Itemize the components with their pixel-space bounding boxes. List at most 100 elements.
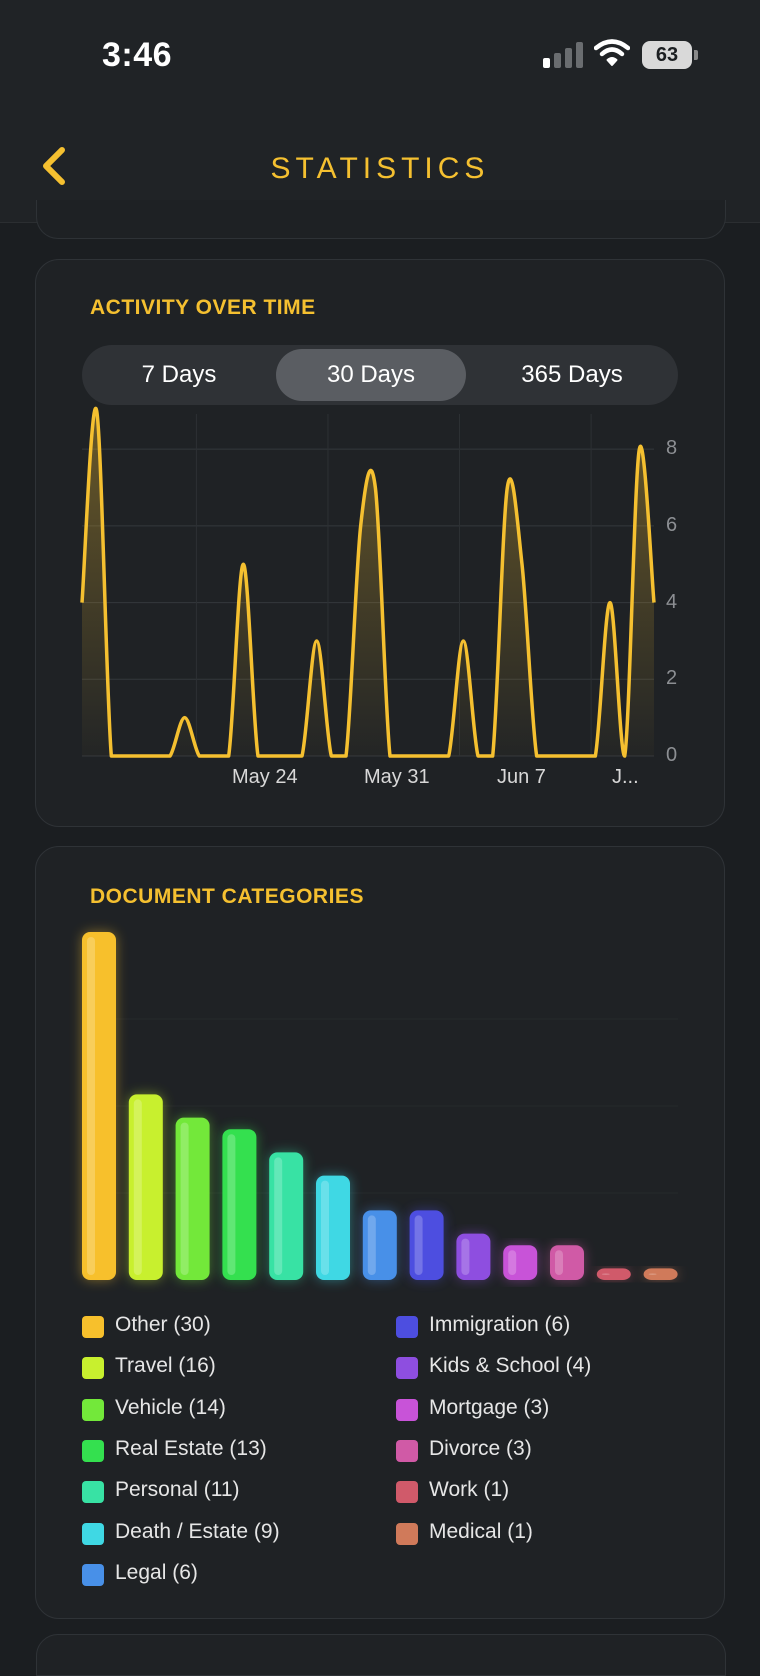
activity-point <box>506 486 509 489</box>
activity-point <box>154 755 157 758</box>
activity-point <box>594 755 597 758</box>
activity-point <box>374 486 377 489</box>
activity-point <box>521 563 524 566</box>
activity-point <box>550 755 553 758</box>
legend-swatch <box>82 1439 104 1462</box>
activity-point <box>535 755 538 758</box>
legend-swatch <box>396 1316 418 1338</box>
activity-line-chart <box>80 406 656 758</box>
activity-point <box>139 755 142 758</box>
activity-point <box>418 755 421 758</box>
bar-highlight <box>87 937 95 1275</box>
bar-highlight <box>367 1215 376 1275</box>
y-tick-label: 4 <box>666 590 678 613</box>
page-title: STATISTICS <box>270 152 490 185</box>
legend-swatch <box>82 1357 104 1380</box>
legend-swatch <box>396 1439 418 1462</box>
activity-point <box>81 601 84 604</box>
status-time: 3:46 <box>102 36 173 74</box>
bar-highlight <box>180 1122 189 1275</box>
activity-point <box>433 755 436 758</box>
y-tick-label: 2 <box>666 667 678 690</box>
legend-swatch <box>82 1398 104 1421</box>
y-tick-label: 0 <box>666 744 678 766</box>
legend-label: Other (30) <box>115 1313 211 1336</box>
legend-label: Medical (1) <box>429 1519 533 1543</box>
activity-point <box>95 409 98 412</box>
activity-point <box>169 755 172 758</box>
bar-highlight <box>648 1273 657 1275</box>
categories-bar-chart <box>82 932 678 1280</box>
bar-highlight <box>321 1180 329 1275</box>
activity-point <box>477 755 480 758</box>
legend-swatch <box>396 1357 418 1380</box>
legend-label: Death / Estate (9) <box>115 1519 280 1543</box>
legend-label: Immigration (6) <box>429 1313 571 1336</box>
bar-highlight <box>508 1250 517 1275</box>
bar-highlight <box>461 1238 470 1275</box>
cellular-signal-icon <box>543 42 585 68</box>
x-tick-label: May 31 <box>364 766 430 788</box>
bar-highlight <box>274 1157 283 1275</box>
legend-swatch <box>396 1481 418 1504</box>
legend-swatch <box>396 1398 418 1421</box>
previous-card-edge <box>36 200 726 239</box>
legend-label: Vehicle (14) <box>115 1395 226 1419</box>
activity-point <box>565 755 568 758</box>
activity-point <box>227 755 230 758</box>
legend-label: Work (1) <box>429 1478 510 1502</box>
activity-point <box>462 639 465 642</box>
battery-icon: 63 <box>642 41 698 69</box>
activity-point <box>491 755 494 758</box>
x-tick-label: Jun 7 <box>497 766 546 788</box>
activity-point <box>125 755 128 758</box>
activity-point <box>257 755 260 758</box>
activity-point <box>609 601 612 604</box>
activity-card: ACTIVITY OVER TIME 7 Days 30 Days 365 Da… <box>35 259 725 827</box>
activity-point <box>653 601 656 604</box>
bar-highlight <box>227 1134 236 1275</box>
activity-area-fill <box>82 408 654 756</box>
legend-label: Divorce (3) <box>429 1436 532 1460</box>
legend-label: Mortgage (3) <box>429 1395 550 1419</box>
activity-point <box>301 755 304 758</box>
legend-label: Legal (6) <box>115 1560 198 1584</box>
activity-point <box>198 755 201 758</box>
activity-point <box>110 755 113 758</box>
bar-highlight <box>601 1273 610 1275</box>
activity-point <box>286 755 289 758</box>
x-tick-label: May 24 <box>232 766 298 788</box>
next-card-edge <box>36 1634 726 1676</box>
activity-point <box>579 755 582 758</box>
legend-label: Travel (16) <box>115 1354 216 1378</box>
activity-point <box>183 716 186 719</box>
activity-point <box>389 755 392 758</box>
bar-highlight <box>133 1099 142 1275</box>
bar-highlight <box>414 1215 423 1275</box>
activity-point <box>345 755 348 758</box>
y-tick-label: 8 <box>666 437 678 460</box>
legend-swatch <box>82 1522 104 1545</box>
activity-point <box>403 755 406 758</box>
activity-point <box>315 639 318 642</box>
legend-label: Personal (11) <box>115 1478 240 1502</box>
legend-swatch <box>396 1522 418 1545</box>
activity-point <box>638 448 641 451</box>
status-bar: 3:46 63 <box>0 0 760 110</box>
legend-label: Real Estate (13) <box>115 1436 267 1460</box>
legend-swatch <box>82 1316 104 1338</box>
x-tick-label: J... <box>612 766 639 788</box>
activity-point <box>330 755 333 758</box>
legend-label: Kids & School (4) <box>429 1354 592 1378</box>
battery-level: 63 <box>642 41 692 69</box>
activity-point <box>359 524 362 527</box>
categories-card: DOCUMENT CATEGORIES Other (30) Travel (16… <box>35 846 725 1619</box>
activity-point <box>242 563 245 566</box>
legend-swatch <box>82 1563 104 1586</box>
y-tick-label: 6 <box>666 513 678 536</box>
activity-point <box>623 755 626 758</box>
activity-point <box>271 755 274 758</box>
activity-point <box>447 755 450 758</box>
legend-swatch <box>82 1481 104 1504</box>
activity-point <box>213 755 216 758</box>
